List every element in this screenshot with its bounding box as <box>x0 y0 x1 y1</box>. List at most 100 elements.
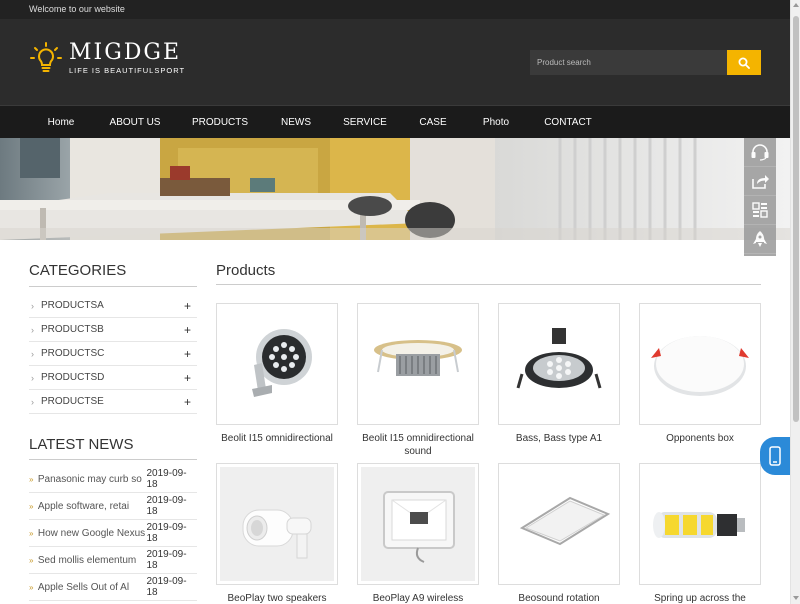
news-date: 2019-09-18 <box>146 549 187 571</box>
brand-tagline: LIFE IS BEAUTIFULSPORT <box>69 65 186 75</box>
product-card[interactable]: Beolit I15 omnidirectional sound <box>357 303 479 458</box>
chevron-right-icon: › <box>31 300 34 311</box>
qrcode-icon <box>752 202 768 218</box>
scroll-up-arrow-icon[interactable] <box>793 3 799 7</box>
category-item[interactable]: › PRODUCTSB + <box>29 318 197 342</box>
news-item[interactable]: » Panasonic may curb so 2019-09-18 <box>29 466 197 493</box>
news-list: » Panasonic may curb so 2019-09-18 » App… <box>29 466 197 601</box>
product-image[interactable] <box>216 303 338 425</box>
product-card[interactable]: Bass, Bass type A1 <box>498 303 620 445</box>
product-name[interactable]: Opponents box <box>639 432 761 445</box>
back-to-top-button[interactable] <box>744 225 776 254</box>
nav-products[interactable]: PRODUCTS <box>192 106 248 139</box>
product-image[interactable] <box>498 463 620 585</box>
product-image[interactable] <box>639 463 761 585</box>
search-button[interactable] <box>727 50 761 75</box>
news-item[interactable]: » Apple Sells Out of Al 2019-09-18 <box>29 574 197 601</box>
products-divider <box>216 284 761 285</box>
flood-panel-icon <box>383 491 455 563</box>
downlight-icon <box>374 340 462 376</box>
headset-icon <box>751 144 769 161</box>
search-icon <box>738 57 750 69</box>
product-name[interactable]: Beolit I15 omnidirectional sound <box>357 432 479 458</box>
floodlight-icon <box>252 329 312 397</box>
category-label: PRODUCTSB <box>41 324 104 335</box>
category-label: PRODUCTSD <box>41 372 105 383</box>
page-scrollbar[interactable] <box>790 0 800 604</box>
logo[interactable]: MIGDGE LIFE IS BEAUTIFULSPORT <box>29 41 185 75</box>
category-item[interactable]: › PRODUCTSE + <box>29 390 197 414</box>
scroll-down-arrow-icon[interactable] <box>793 596 799 600</box>
nav-home[interactable]: Home <box>48 106 75 139</box>
product-name[interactable]: Beolit I15 omnidirectional <box>216 432 338 445</box>
expand-icon[interactable]: + <box>184 371 191 385</box>
product-image[interactable] <box>639 303 761 425</box>
news-title[interactable]: How new Google Nexus <box>38 528 147 539</box>
news-title[interactable]: Sed mollis elementum <box>38 555 147 566</box>
news-title[interactable]: Apple Sells Out of Al <box>38 582 147 593</box>
product-card[interactable]: BeoPlay A9 wireless <box>357 463 479 604</box>
chevron-right-icon: › <box>31 396 34 407</box>
share-button[interactable] <box>744 167 776 196</box>
category-label: PRODUCTSE <box>41 396 104 407</box>
product-image[interactable] <box>357 303 479 425</box>
search-input[interactable] <box>530 50 727 75</box>
news-date: 2019-09-18 <box>146 468 187 490</box>
category-item[interactable]: › PRODUCTSC + <box>29 342 197 366</box>
category-label: PRODUCTSC <box>41 348 105 359</box>
category-item[interactable]: › PRODUCTSD + <box>29 366 197 390</box>
expand-icon[interactable]: + <box>184 395 191 409</box>
search-bar <box>530 50 761 75</box>
welcome-text: Welcome to our website <box>29 4 125 14</box>
categories-divider <box>29 286 197 287</box>
news-title[interactable]: Panasonic may curb so <box>38 474 147 485</box>
news-title[interactable]: Apple software, retai <box>38 501 147 512</box>
product-name[interactable]: BeoPlay A9 wireless <box>357 592 479 604</box>
product-name[interactable]: Bass, Bass type A1 <box>498 432 620 445</box>
category-list: › PRODUCTSA + › PRODUCTSB + › PRODUCTSC … <box>29 294 197 414</box>
product-card[interactable]: Opponents box <box>639 303 761 445</box>
product-image[interactable] <box>498 303 620 425</box>
expand-icon[interactable]: + <box>184 347 191 361</box>
product-card[interactable]: Beosound rotation <box>498 463 620 604</box>
product-name[interactable]: BeoPlay two speakers <box>216 592 338 604</box>
product-image[interactable] <box>357 463 479 585</box>
product-name[interactable]: Spring up across the <box>639 592 761 604</box>
categories-title: CATEGORIES <box>29 262 127 279</box>
panel-light-icon <box>651 336 749 396</box>
welcome-bar: Welcome to our website <box>0 0 790 19</box>
brand-name: MIGDGE <box>69 39 182 65</box>
product-name[interactable]: Beosound rotation <box>498 592 620 604</box>
qrcode-button[interactable] <box>744 196 776 225</box>
banner-image <box>0 138 790 240</box>
category-item[interactable]: › PRODUCTSA + <box>29 294 197 318</box>
category-label: PRODUCTSA <box>41 300 104 311</box>
lightbulb-icon <box>30 42 62 72</box>
news-item[interactable]: » Apple software, retai 2019-09-18 <box>29 493 197 520</box>
news-divider <box>29 459 197 460</box>
led-bulb-icon <box>653 512 745 538</box>
news-item[interactable]: » Sed mollis elementum 2019-09-18 <box>29 547 197 574</box>
customer-service-button[interactable] <box>744 138 776 167</box>
main-nav: Home ABOUT US PRODUCTS NEWS SERVICE CASE… <box>0 105 790 138</box>
rocket-icon <box>753 231 767 247</box>
product-card[interactable]: Beolit I15 omnidirectional <box>216 303 338 445</box>
track-light-icon <box>242 509 312 559</box>
nav-about-us[interactable]: ABOUT US <box>110 106 161 139</box>
product-card[interactable]: BeoPlay two speakers <box>216 463 338 604</box>
nav-photo[interactable]: Photo <box>483 106 509 139</box>
scroll-thumb[interactable] <box>793 16 799 422</box>
nav-service[interactable]: SERVICE <box>343 106 387 139</box>
news-item[interactable]: » How new Google Nexus 2019-09-18 <box>29 520 197 547</box>
expand-icon[interactable]: + <box>184 299 191 313</box>
expand-icon[interactable]: + <box>184 323 191 337</box>
chevron-right-icon: › <box>31 324 34 335</box>
nav-case[interactable]: CASE <box>419 106 446 139</box>
nav-news[interactable]: NEWS <box>281 106 311 139</box>
mobile-contact-button[interactable] <box>760 437 790 475</box>
share-icon <box>752 175 769 189</box>
product-image[interactable] <box>216 463 338 585</box>
nav-contact[interactable]: CONTACT <box>544 106 592 139</box>
news-date: 2019-09-18 <box>146 495 187 517</box>
product-card[interactable]: Spring up across the <box>639 463 761 604</box>
